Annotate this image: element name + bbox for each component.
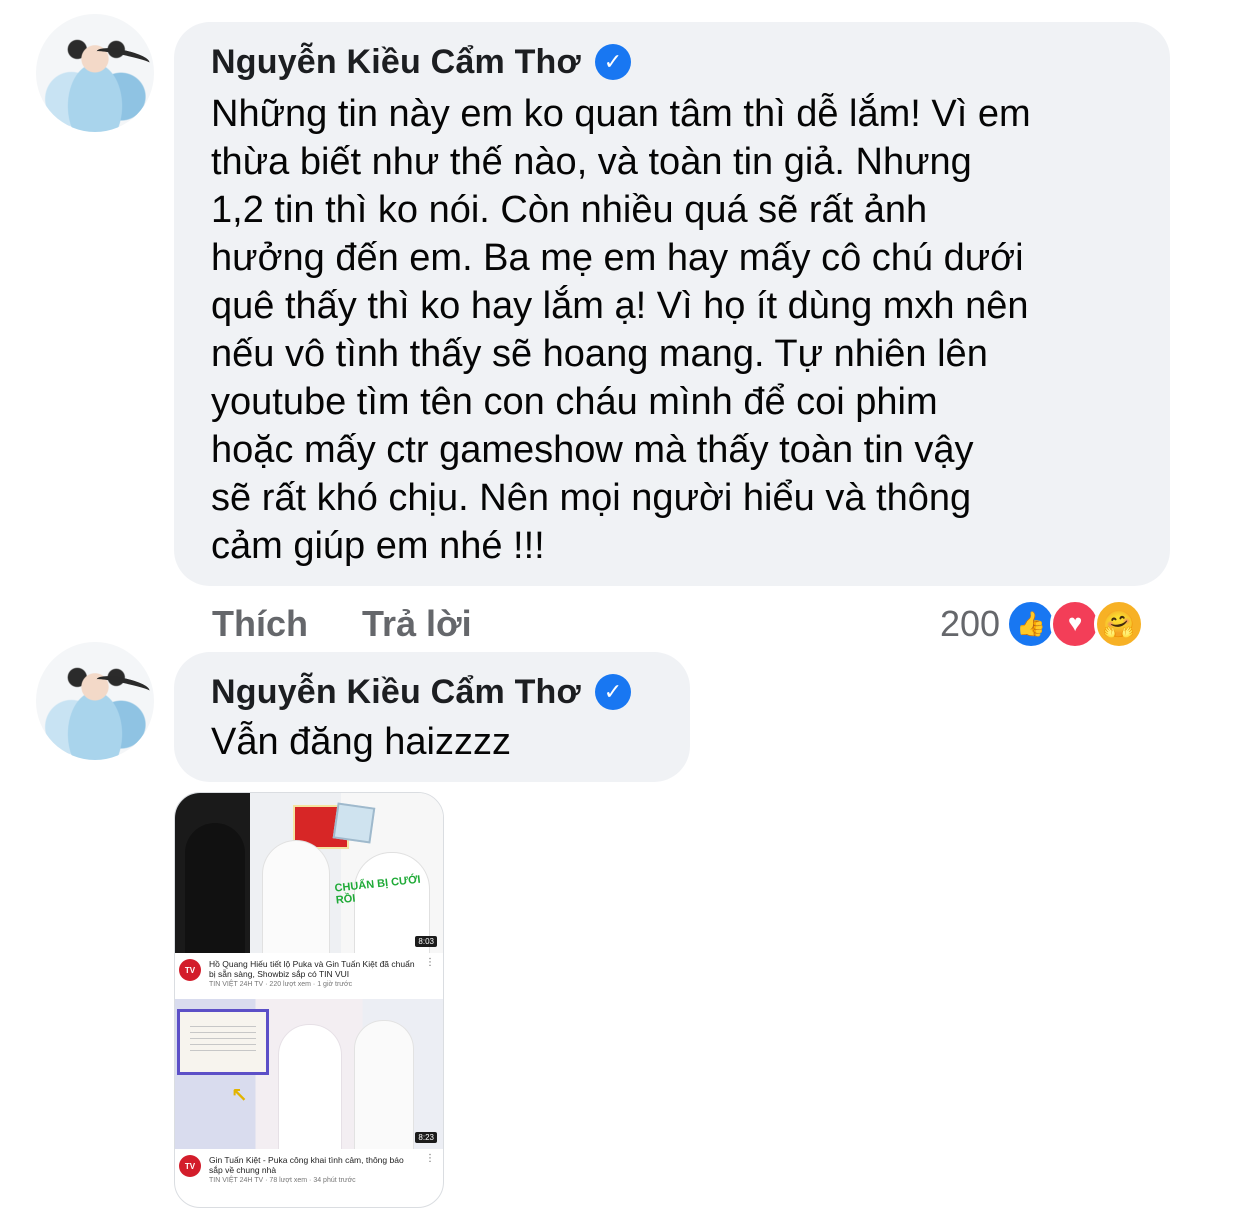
commenter-avatar[interactable] bbox=[36, 14, 154, 132]
channel-logo[interactable]: TV bbox=[179, 1155, 201, 1177]
video-meta-text: Hồ Quang Hiếu tiết lộ Puka và Gin Tuấn K… bbox=[209, 959, 417, 993]
video-meta: TV Gin Tuấn Kiệt - Puka công khai tình c… bbox=[175, 1149, 443, 1193]
comment-text: Những tin này em ko quan tâm thì dễ lắm!… bbox=[211, 93, 1031, 567]
verified-badge-icon: ✓ bbox=[594, 674, 631, 710]
comment-actions: Thích Trả lời bbox=[212, 600, 472, 648]
person-figure bbox=[355, 1021, 413, 1149]
more-options-icon[interactable]: ⋮ bbox=[425, 1153, 435, 1164]
comment-text: Vẫn đăng haizzzz bbox=[211, 721, 511, 763]
love-icon: ♥ bbox=[1050, 599, 1101, 649]
arrow-pointer-icon: ↖ bbox=[231, 1085, 248, 1107]
like-icon: 👍 bbox=[1006, 599, 1057, 649]
like-button[interactable]: Thích bbox=[212, 603, 308, 645]
comment-author-name[interactable]: Nguyễn Kiều Cẩm Thơ bbox=[211, 673, 581, 712]
avatar-hair-decoration bbox=[95, 672, 151, 698]
reaction-summary[interactable]: 200 👍 ♥ 🤗 bbox=[940, 597, 1145, 651]
document-highlight-graphic bbox=[177, 1009, 269, 1075]
video-duration: 8:03 bbox=[415, 936, 437, 947]
commenter-avatar[interactable] bbox=[36, 642, 154, 760]
reaction-count: 200 bbox=[940, 603, 1001, 644]
person-figure bbox=[263, 841, 329, 953]
video-thumbnail[interactable]: ↖ 8:23 bbox=[175, 999, 443, 1149]
video-title[interactable]: Gin Tuấn Kiệt - Puka công khai tình cảm,… bbox=[209, 1155, 417, 1175]
person-figure bbox=[185, 823, 245, 953]
video-meta-text: Gin Tuấn Kiệt - Puka công khai tình cảm,… bbox=[209, 1155, 417, 1189]
comment-header: Nguyễn Kiều Cẩm Thơ ✓ bbox=[211, 40, 1134, 84]
photo-card-graphic bbox=[332, 802, 376, 844]
comment-author-name[interactable]: Nguyễn Kiều Cẩm Thơ bbox=[211, 43, 581, 82]
verified-badge-icon: ✓ bbox=[594, 44, 631, 80]
avatar-hair-decoration bbox=[95, 44, 151, 70]
video-duration: 8:23 bbox=[415, 1132, 437, 1143]
video-channel-meta: TIN VIỆT 24H TV · 220 lượt xem · 1 giờ t… bbox=[209, 981, 353, 988]
comment-header: Nguyễn Kiều Cẩm Thơ ✓ bbox=[211, 670, 654, 714]
attached-image[interactable]: CHUẨN BỊ CƯỚI RỒI 8:03 TV Hồ Quang Hiếu … bbox=[174, 792, 444, 1208]
care-icon: 🤗 bbox=[1094, 599, 1145, 649]
more-options-icon[interactable]: ⋮ bbox=[425, 957, 435, 968]
video-thumbnail[interactable]: CHUẨN BỊ CƯỚI RỒI 8:03 bbox=[175, 793, 443, 953]
comment-bubble: Nguyễn Kiều Cẩm Thơ ✓ Những tin này em k… bbox=[174, 22, 1170, 586]
reply-button[interactable]: Trả lời bbox=[362, 603, 472, 645]
video-title[interactable]: Hồ Quang Hiếu tiết lộ Puka và Gin Tuấn K… bbox=[209, 959, 417, 979]
person-figure bbox=[279, 1025, 341, 1149]
video-channel-meta: TIN VIỆT 24H TV · 78 lượt xem · 34 phút … bbox=[209, 1177, 356, 1184]
video-meta: TV Hồ Quang Hiếu tiết lộ Puka và Gin Tuấ… bbox=[175, 953, 443, 997]
channel-logo[interactable]: TV bbox=[179, 959, 201, 981]
comment-bubble: Nguyễn Kiều Cẩm Thơ ✓ Vẫn đăng haizzzz bbox=[174, 652, 690, 782]
